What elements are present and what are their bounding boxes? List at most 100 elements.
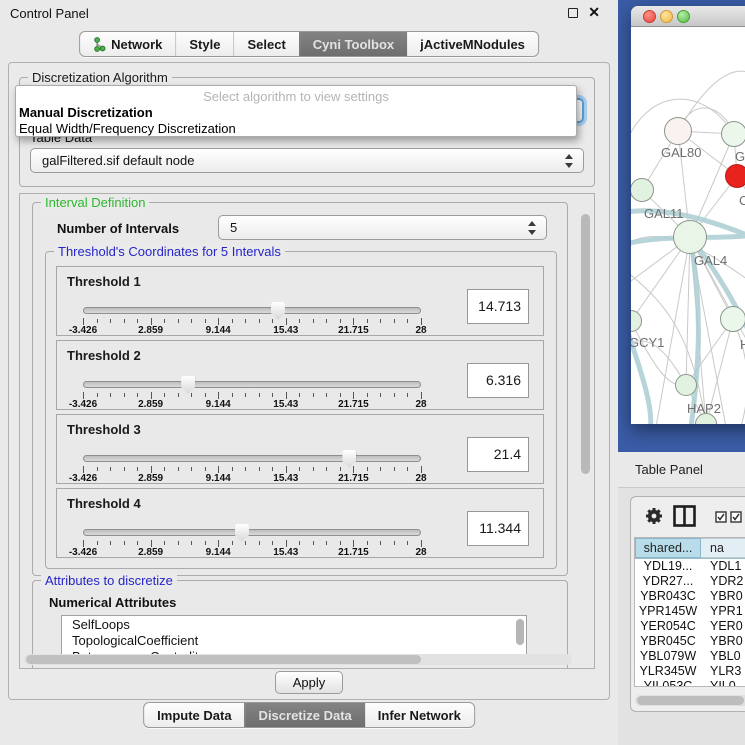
tick-mark [205, 319, 206, 323]
node-table-body: YDL19...YDL1YDR27...YDR2YBR043CYBR0YPR14… [635, 559, 745, 687]
tick-mark [232, 541, 233, 545]
table-row[interactable]: YLR345WYLR3 [635, 664, 745, 679]
tick-mark [110, 393, 111, 397]
scrollbar-thumb[interactable] [26, 655, 421, 664]
threshold-3-panel: Threshold 3 -3.4262.8599.14415.4321.7152… [56, 414, 544, 484]
tick-mark [272, 541, 273, 545]
table-data-combobox[interactable]: galFiltered.sif default node [30, 148, 584, 173]
table-row[interactable]: YBL079WYBL0 [635, 649, 745, 664]
tab-infer-network[interactable]: Infer Network [365, 703, 474, 727]
tick-mark [299, 319, 300, 323]
tick-mark [218, 540, 219, 547]
network-node[interactable] [675, 374, 697, 396]
network-node[interactable] [720, 306, 745, 332]
tick-mark [259, 467, 260, 471]
network-canvas[interactable]: GAL80GACGAL11GAL4GCY1HHAP2 [631, 27, 745, 424]
scrollbar-thumb[interactable] [581, 214, 590, 474]
tick-mark [137, 393, 138, 397]
tab-discretize-data[interactable]: Discretize Data [245, 703, 365, 727]
threshold-3-slider[interactable] [83, 455, 421, 462]
tab-cyni-toolbox[interactable]: Cyni Toolbox [299, 32, 407, 56]
tick-mark [394, 319, 395, 323]
tick-mark [218, 318, 219, 325]
right-pane: GAL80GACGAL11GAL4GCY1HHAP2 Table Panel [618, 0, 745, 745]
tick-mark [83, 540, 84, 547]
list-item[interactable]: TopologicalCoefficient [62, 632, 526, 648]
tab-network[interactable]: Network [80, 32, 175, 56]
threshold-1-value[interactable]: 14.713 [467, 289, 529, 324]
tab-style[interactable]: Style [175, 32, 233, 56]
window-close-icon[interactable] [643, 10, 656, 23]
window-minimize-icon[interactable] [660, 10, 673, 23]
tab-jactivemnodules[interactable]: jActiveMNodules [407, 32, 538, 56]
network-node[interactable] [673, 220, 707, 254]
popup-option-manual-discretization[interactable]: Manual Discretization [19, 105, 153, 120]
checkbox-icon[interactable] [730, 511, 742, 523]
threshold-2-value[interactable]: 6.316 [467, 363, 529, 398]
slider-tick-labels: -3.4262.8599.14415.4321.71528 [83, 547, 421, 559]
network-view-window[interactable]: GAL80GACGAL11GAL4GCY1HHAP2 [631, 6, 745, 424]
table-row[interactable]: YPR145WYPR1 [635, 604, 745, 619]
table-row[interactable]: YDL19...YDL1 [635, 559, 745, 574]
tick-label: 2.859 [138, 547, 163, 558]
attribute-list-scrollbar[interactable] [515, 617, 525, 655]
table-horizontal-scrollbar[interactable] [635, 695, 745, 706]
network-node[interactable] [725, 164, 745, 188]
scrollbar-thumb[interactable] [637, 696, 744, 705]
tick-mark [299, 541, 300, 545]
network-node[interactable] [664, 117, 692, 145]
table-row[interactable]: YIL053CYIL0 [635, 679, 745, 687]
tick-mark [313, 393, 314, 397]
column-header-shared-name[interactable]: shared... [635, 538, 701, 558]
slider-tick-labels: -3.4262.8599.14415.4321.71528 [83, 399, 421, 411]
tick-mark [299, 467, 300, 471]
close-icon[interactable]: ✕ [588, 4, 600, 21]
float-window-icon[interactable] [568, 8, 578, 18]
checkbox-icon[interactable] [715, 511, 727, 523]
slider-tick-labels: -3.4262.8599.14415.4321.71528 [83, 473, 421, 485]
network-node-label: GA [735, 149, 745, 164]
tick-mark [151, 540, 152, 547]
scrollbar-thumb[interactable] [516, 619, 524, 645]
network-window-titlebar[interactable] [631, 6, 745, 27]
tick-mark [353, 466, 354, 473]
threshold-3-value[interactable]: 21.4 [467, 437, 529, 472]
table-row[interactable]: YDR27...YDR2 [635, 574, 745, 589]
table-row[interactable]: YER054CYER0 [635, 619, 745, 634]
number-of-intervals-combobox[interactable]: 5 [218, 215, 547, 240]
split-columns-icon[interactable] [673, 505, 696, 527]
tick-mark [205, 393, 206, 397]
apply-button[interactable]: Apply [275, 671, 343, 694]
tab-impute-data[interactable]: Impute Data [144, 703, 244, 727]
settings-horizontal-scrollbar[interactable] [24, 654, 572, 665]
table-cell: YBR043C [635, 589, 701, 604]
popup-option-equal-width-frequency[interactable]: Equal Width/Frequency Discretization [19, 121, 236, 136]
threshold-4-value[interactable]: 11.344 [467, 511, 529, 546]
tick-mark [272, 467, 273, 471]
network-node[interactable] [721, 121, 745, 147]
threshold-2-slider[interactable] [83, 381, 421, 388]
window-zoom-icon[interactable] [677, 10, 690, 23]
settings-vertical-scrollbar[interactable] [580, 198, 591, 664]
tick-mark [97, 393, 98, 397]
tick-label: 28 [415, 399, 426, 410]
table-cell: YBR045C [635, 634, 701, 649]
table-row[interactable]: YBR045CYBR0 [635, 634, 745, 649]
gear-icon[interactable] [644, 506, 664, 526]
threshold-1-slider[interactable] [83, 307, 421, 314]
column-header-name[interactable]: na [701, 538, 745, 558]
tick-mark [137, 319, 138, 323]
network-node[interactable] [631, 178, 654, 202]
threshold-4-slider[interactable] [83, 529, 421, 536]
numerical-attributes-list[interactable]: SelfLoops TopologicalCoefficient Between… [61, 615, 527, 657]
tick-mark [178, 319, 179, 323]
tick-mark [326, 393, 327, 397]
table-panel-area: shared... na YDL19...YDL1YDR27...YDR2YBR… [618, 488, 745, 745]
tab-select[interactable]: Select [233, 32, 298, 56]
tick-mark [286, 318, 287, 325]
tick-mark [286, 466, 287, 473]
list-item[interactable]: SelfLoops [62, 616, 526, 632]
table-row[interactable]: YBR043CYBR0 [635, 589, 745, 604]
tick-mark [191, 467, 192, 471]
table-cell: YDR2 [701, 574, 745, 589]
